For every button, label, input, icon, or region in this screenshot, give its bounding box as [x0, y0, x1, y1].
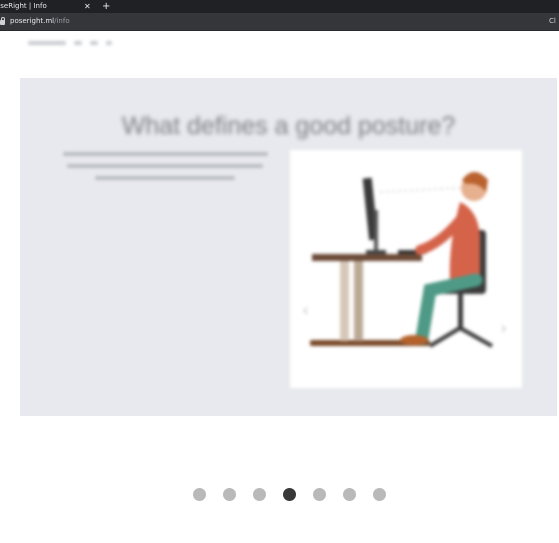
url-path: /info	[54, 17, 70, 25]
chevron-left-icon[interactable]: ‹	[302, 300, 309, 321]
carousel-dot[interactable]	[343, 488, 356, 501]
carousel-dot[interactable]	[313, 488, 326, 501]
posture-illustration	[290, 150, 522, 388]
chevron-right-icon[interactable]: ›	[500, 318, 507, 339]
slide-title: What defines a good posture?	[121, 112, 456, 140]
url-host: poseright.ml	[10, 17, 55, 25]
carousel-indicators	[0, 486, 559, 502]
nav-item[interactable]	[106, 41, 112, 45]
breadcrumb	[28, 41, 112, 45]
carousel-dot[interactable]	[193, 488, 206, 501]
browser-tab-strip: oseRight | Info ✕ +	[0, 0, 559, 13]
lock-icon[interactable]	[0, 17, 5, 25]
carousel-dot[interactable]	[223, 488, 236, 501]
carousel-dot[interactable]	[283, 488, 296, 501]
new-tab-button[interactable]: +	[102, 0, 110, 13]
tab-close-icon[interactable]: ✕	[84, 0, 91, 13]
site-navbar	[0, 31, 559, 61]
carousel-slide: What defines a good posture? ‹ ›	[20, 78, 557, 416]
tab-title: oseRight | Info	[0, 2, 47, 10]
nav-logo[interactable]	[28, 41, 66, 45]
toolbar-extension-icon[interactable]: Cl	[549, 13, 559, 30]
nav-item[interactable]	[74, 41, 82, 45]
carousel-dot[interactable]	[253, 488, 266, 501]
address-bar[interactable]: poseright.ml/info	[10, 13, 70, 30]
browser-tab[interactable]: oseRight | Info ✕	[0, 0, 96, 13]
nav-item[interactable]	[90, 41, 98, 45]
browser-toolbar: poseright.ml/info Cl	[0, 13, 559, 31]
slide-description	[60, 152, 270, 188]
carousel-dot[interactable]	[373, 488, 386, 501]
